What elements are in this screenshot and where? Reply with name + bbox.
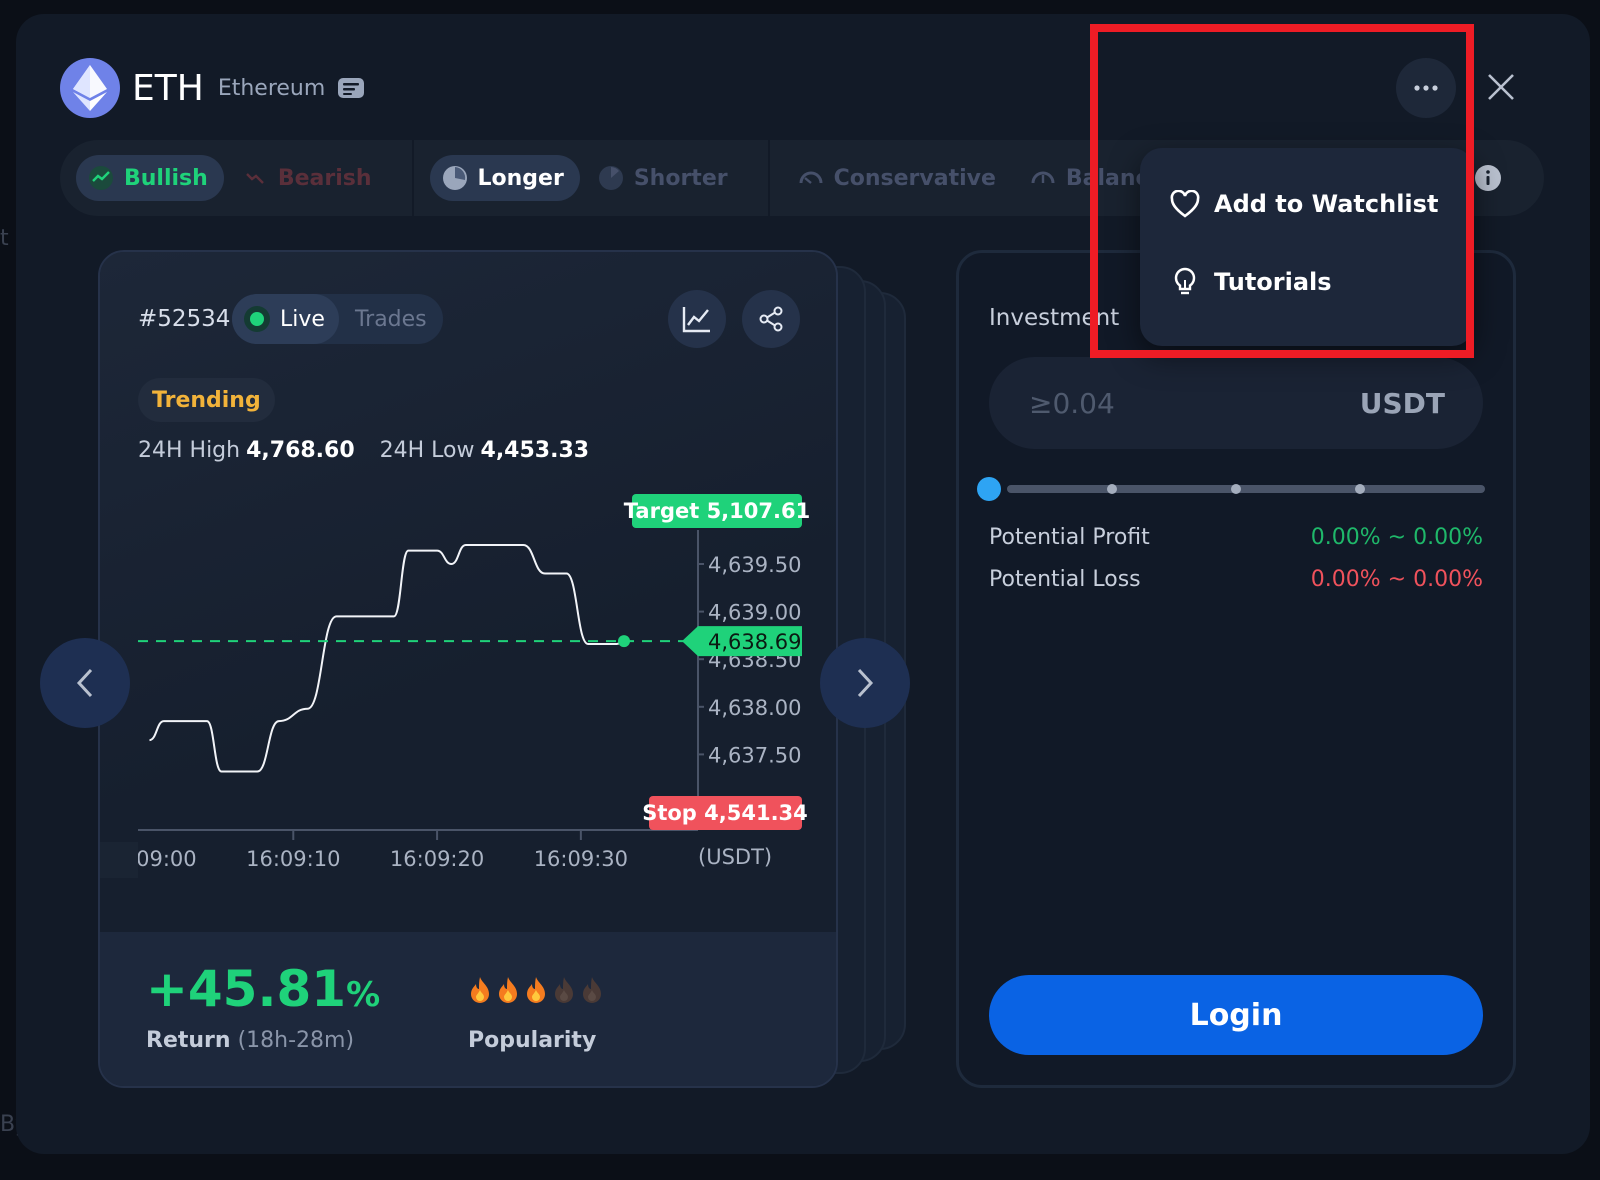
profit-label: Potential Profit	[989, 525, 1150, 550]
popularity-label-text: Popularity	[468, 1028, 597, 1053]
loss-label: Potential Loss	[989, 567, 1141, 592]
background-text: t	[0, 226, 9, 251]
popularity-flames	[468, 976, 604, 1004]
chip-shorter[interactable]: Shorter	[586, 155, 744, 201]
chip-label: Longer	[477, 165, 564, 191]
target-label: Target 5,107.61	[624, 499, 810, 523]
coin-symbol: ETH	[132, 67, 204, 109]
chip-longer[interactable]: Longer	[429, 155, 580, 201]
profit-value: 0.00% ~ 0.00%	[1310, 525, 1483, 550]
y-unit-label: (USDT)	[698, 845, 772, 869]
header: ETH Ethereum	[60, 58, 365, 118]
investment-input[interactable]: ≥0.04 USDT	[989, 357, 1483, 449]
flame-icon	[555, 977, 573, 1003]
return-value: +45.81%	[146, 960, 380, 1018]
previous-card-button[interactable]	[40, 638, 130, 728]
return-label-text: Return	[146, 1028, 231, 1053]
axis-mask	[100, 842, 138, 878]
trend-down-icon	[245, 173, 264, 184]
return-number: +45.81	[146, 960, 347, 1018]
ethereum-logo	[60, 58, 120, 118]
login-button[interactable]: Login	[989, 975, 1483, 1055]
flame-icon	[583, 977, 601, 1003]
close-icon[interactable]	[1484, 70, 1518, 104]
duration-group: Longer Shorter	[429, 140, 770, 216]
return-label: Return (18h-28m)	[146, 1028, 354, 1053]
y-tick-label: 4,637.50	[708, 743, 802, 767]
investment-slider-knob[interactable]	[977, 477, 1001, 501]
chip-label: Bearish	[277, 165, 372, 191]
slider-tick	[1107, 484, 1117, 494]
highlight-box	[1090, 24, 1474, 358]
x-tick-label: 16:09:30	[534, 847, 628, 871]
chevron-right-icon	[857, 668, 874, 698]
trend-up-icon	[89, 166, 113, 190]
current-price-label: 4,638.69	[708, 630, 802, 654]
chip-label: Shorter	[633, 165, 728, 191]
card-footer: +45.81% Return (18h-28m) Popularity	[100, 932, 836, 1086]
investment-slider-track[interactable]	[1007, 485, 1485, 493]
potential-loss-row: Potential Loss 0.00% ~ 0.00%	[989, 567, 1483, 592]
coin-name: Ethereum	[217, 75, 326, 101]
chevron-left-icon	[76, 668, 93, 698]
popularity-label: Popularity	[468, 1028, 596, 1053]
gauge-icon	[1031, 171, 1055, 184]
return-unit: %	[346, 975, 381, 1015]
investment-unit: USDT	[1359, 386, 1445, 420]
chip-bearish[interactable]: Bearish	[230, 155, 388, 201]
info-icon[interactable]	[1474, 164, 1502, 192]
message-icon[interactable]	[337, 77, 365, 99]
return-period: (18h-28m)	[237, 1028, 355, 1053]
price-chart: 4,639.504,639.004,638.504,638.004,637.50…	[100, 494, 810, 878]
chip-conservative[interactable]: Conservative	[786, 155, 1012, 201]
price-line	[149, 543, 625, 773]
clock-icon	[442, 166, 467, 190]
loss-value: 0.00% ~ 0.00%	[1310, 567, 1483, 592]
gauge-icon	[799, 171, 823, 184]
y-tick-label: 4,639.00	[708, 601, 802, 625]
clock-icon	[598, 166, 623, 190]
flame-icon	[471, 977, 489, 1003]
y-tick-label: 4,638.00	[708, 696, 802, 720]
chip-bullish[interactable]: Bullish	[76, 155, 224, 201]
y-tick-label: 4,639.50	[708, 553, 802, 577]
flame-icon	[499, 977, 517, 1003]
slider-tick	[1231, 484, 1241, 494]
investment-placeholder: ≥0.04	[1029, 386, 1115, 420]
next-card-button[interactable]	[820, 638, 910, 728]
slider-tick	[1355, 484, 1365, 494]
potential-profit-row: Potential Profit 0.00% ~ 0.00%	[989, 525, 1483, 550]
chip-label: Bullish	[124, 165, 208, 191]
direction-group: Bullish Bearish	[76, 140, 414, 216]
x-tick-label: 16:09:10	[246, 847, 340, 871]
flame-icon	[527, 977, 545, 1003]
investment-panel: Investment ≥0.04 USDT Potential Profit 0…	[956, 250, 1516, 1088]
stop-label: Stop 4,541.34	[642, 801, 808, 825]
x-tick-label: 16:09:20	[390, 847, 484, 871]
current-price-dot	[618, 635, 630, 648]
chip-label: Conservative	[833, 165, 996, 191]
trade-card: #52534 Live Trades Trending 24H High 4,7…	[98, 250, 838, 1088]
